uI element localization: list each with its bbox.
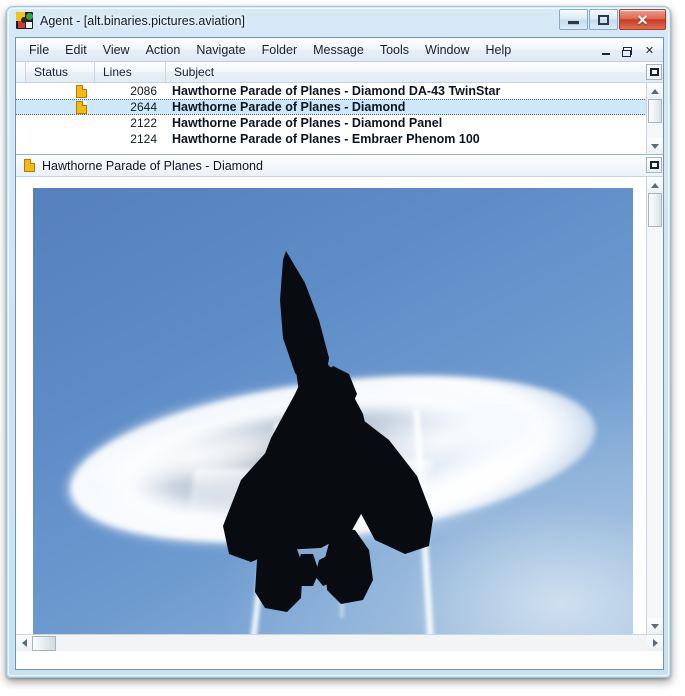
row-subject-cell: Hawthorne Parade of Planes - Diamond DA-…	[172, 84, 501, 98]
column-header-subject[interactable]: Subject	[166, 62, 663, 82]
column-header-status[interactable]: Status	[26, 62, 95, 82]
menu-window[interactable]: Window	[417, 41, 477, 59]
preview-pane-maximize-button[interactable]	[646, 157, 662, 173]
column-header-lines[interactable]: Lines	[95, 62, 166, 82]
scroll-track[interactable]	[56, 635, 647, 652]
title-bar[interactable]: Agent - [alt.binaries.pictures.aviation]…	[7, 7, 670, 34]
menu-bar: File Edit View Action Navigate Folder Me…	[16, 38, 663, 62]
agent-app-icon	[16, 12, 33, 29]
row-lines-cell: 2086	[130, 84, 157, 98]
preview-title: Hawthorne Parade of Planes - Diamond	[42, 158, 263, 173]
message-list-column-headers: Status Lines Subject	[16, 62, 663, 83]
scroll-right-button[interactable]	[647, 635, 663, 651]
scroll-down-button[interactable]	[647, 618, 663, 634]
close-icon: ✕	[636, 11, 649, 28]
mdi-restore-button[interactable]	[617, 41, 638, 60]
scroll-thumb[interactable]	[32, 635, 56, 651]
message-list-vscrollbar[interactable]	[646, 83, 663, 154]
maximize-icon	[598, 14, 609, 25]
window-maximize-button[interactable]	[589, 9, 618, 30]
row-subject-cell: Hawthorne Parade of Planes - Diamond Pan…	[172, 116, 443, 130]
message-list-panel: Status Lines Subject 2086 Hawthorne Para…	[16, 62, 663, 155]
menu-edit[interactable]: Edit	[57, 41, 95, 59]
menu-file[interactable]: File	[21, 41, 57, 59]
mdi-minimize-button[interactable]	[595, 41, 616, 60]
document-icon	[24, 159, 35, 172]
row-status-cell	[26, 84, 95, 98]
menu-help[interactable]: Help	[478, 41, 520, 59]
window-close-button[interactable]: ✕	[619, 9, 666, 30]
menu-message[interactable]: Message	[305, 41, 372, 59]
row-lines-cell: 2124	[130, 132, 157, 146]
preview-vscrollbar[interactable]	[646, 177, 663, 634]
mdi-minimize-icon	[601, 52, 610, 55]
message-list-maximize-button[interactable]	[646, 64, 662, 80]
scroll-up-button[interactable]	[647, 83, 663, 99]
window-title: Agent - [alt.binaries.pictures.aviation]	[40, 13, 245, 28]
chevron-down-icon	[651, 143, 659, 149]
message-rows: 2086 Hawthorne Parade of Planes - Diamon…	[16, 83, 663, 147]
chevron-down-icon	[651, 623, 659, 629]
scroll-up-button[interactable]	[647, 177, 663, 193]
chevron-left-icon	[21, 639, 27, 647]
mdi-restore-icon	[622, 46, 632, 57]
mdi-child-button-group: ✕	[594, 41, 660, 60]
table-row[interactable]: 2122 Hawthorne Parade of Planes - Diamon…	[16, 115, 663, 131]
application-window: Agent - [alt.binaries.pictures.aviation]…	[6, 6, 671, 678]
column-header-gutter	[16, 62, 26, 82]
row-lines-cell: 2644	[130, 100, 157, 114]
preview-hscrollbar[interactable]	[16, 634, 663, 651]
scroll-down-button[interactable]	[647, 138, 663, 154]
minimize-icon	[568, 21, 579, 25]
fighter-jet-silhouette	[223, 251, 433, 612]
scroll-thumb[interactable]	[648, 193, 662, 227]
table-row[interactable]: 2644 Hawthorne Parade of Planes - Diamon…	[16, 99, 663, 115]
menu-tools[interactable]: Tools	[372, 41, 417, 59]
pane-maximize-icon	[649, 161, 659, 169]
attachment-image[interactable]	[33, 188, 633, 640]
chevron-up-icon	[651, 182, 659, 188]
menu-folder[interactable]: Folder	[254, 41, 305, 59]
screenshot-root: Agent - [alt.binaries.pictures.aviation]…	[0, 0, 685, 696]
menu-navigate[interactable]: Navigate	[188, 41, 253, 59]
preview-image-pane	[16, 177, 663, 651]
attachment-document-icon	[76, 84, 87, 98]
table-row[interactable]: 2086 Hawthorne Parade of Planes - Diamon…	[16, 83, 663, 99]
row-status-cell	[26, 100, 95, 114]
window-minimize-button[interactable]	[559, 9, 588, 30]
preview-pane-header: Hawthorne Parade of Planes - Diamond	[16, 155, 663, 177]
scroll-left-button[interactable]	[16, 635, 32, 651]
row-lines-cell: 2122	[130, 116, 157, 130]
table-row[interactable]: 2124 Hawthorne Parade of Planes - Embrae…	[16, 131, 663, 147]
caption-button-group: ✕	[558, 9, 666, 30]
menu-action[interactable]: Action	[138, 41, 189, 59]
pane-maximize-icon	[649, 68, 659, 76]
menu-view[interactable]: View	[95, 41, 138, 59]
row-subject-cell: Hawthorne Parade of Planes - Embraer Phe…	[172, 132, 480, 146]
mdi-close-button[interactable]: ✕	[639, 41, 660, 60]
chevron-up-icon	[651, 88, 659, 94]
attachment-document-icon	[76, 100, 87, 114]
row-subject-cell: Hawthorne Parade of Planes - Diamond	[172, 100, 406, 114]
window-client-area: File Edit View Action Navigate Folder Me…	[15, 37, 664, 670]
chevron-right-icon	[652, 639, 658, 647]
scroll-thumb[interactable]	[648, 99, 662, 123]
